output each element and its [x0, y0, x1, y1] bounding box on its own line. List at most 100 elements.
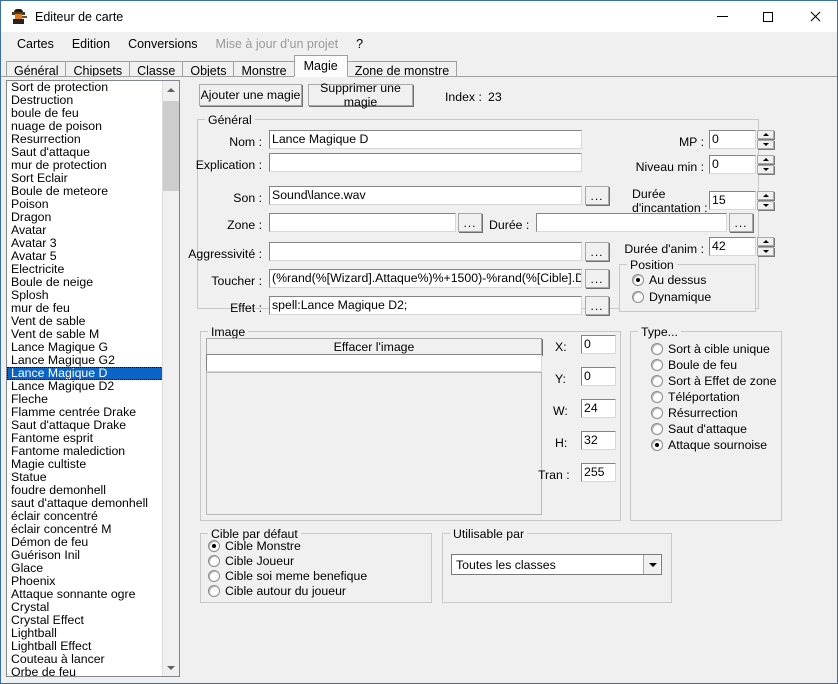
- duree-incantation-spinner[interactable]: [757, 191, 774, 210]
- duree-incantation-spin-up[interactable]: [757, 191, 774, 200]
- spell-list-item[interactable]: éclair concentré: [7, 510, 163, 523]
- image-y-input[interactable]: 0: [581, 367, 616, 386]
- toucher-browse-button[interactable]: ...: [585, 269, 609, 288]
- spell-list-item[interactable]: foudre demonhell: [7, 484, 163, 497]
- maximize-button[interactable]: [745, 1, 791, 32]
- default-target-radio-cible-joueur[interactable]: Cible Joueur: [208, 554, 294, 568]
- spell-list-item[interactable]: boule de feu: [7, 107, 163, 120]
- son-browse-button[interactable]: ...: [585, 186, 609, 205]
- spell-list-item[interactable]: Lance Magique G2: [7, 354, 163, 367]
- image-w-input[interactable]: 24: [581, 399, 616, 418]
- default-target-radio-cible-monstre[interactable]: Cible Monstre: [208, 539, 301, 553]
- duree-anim-spin-up[interactable]: [757, 237, 774, 246]
- spell-list-item[interactable]: Attaque sonnante ogre: [7, 588, 163, 601]
- spell-list-item[interactable]: Boule de neige: [7, 276, 163, 289]
- spell-list-item[interactable]: Electricite: [7, 263, 163, 276]
- image-path-input[interactable]: [206, 354, 542, 372]
- mp-spinner[interactable]: [757, 130, 774, 149]
- niveau-min-spinner[interactable]: [757, 155, 774, 174]
- spell-list-item[interactable]: Dragon: [7, 211, 163, 224]
- spell-list-item[interactable]: Lightball: [7, 627, 163, 640]
- niveau-min-spin-down[interactable]: [757, 165, 774, 174]
- effet-browse-button[interactable]: ...: [585, 296, 609, 315]
- spell-list-item[interactable]: Lance Magique G: [7, 341, 163, 354]
- spell-list-item[interactable]: Sort de protection: [7, 81, 163, 94]
- type-radio-boule-de-feu[interactable]: Boule de feu: [651, 358, 737, 372]
- type-radio-resurrection[interactable]: Résurrection: [651, 406, 738, 420]
- close-button[interactable]: [791, 1, 837, 32]
- spell-list-item[interactable]: Avatar 5: [7, 250, 163, 263]
- combo-arrow-button[interactable]: [643, 555, 661, 574]
- spell-list-item[interactable]: Fantome malediction: [7, 445, 163, 458]
- spell-list-item[interactable]: éclair concentré M: [7, 523, 163, 536]
- aggressivite-input[interactable]: [269, 242, 582, 261]
- position-radio-au-dessus[interactable]: Au dessus: [632, 273, 706, 287]
- menu-item-cartes[interactable]: Cartes: [8, 35, 63, 53]
- spell-list-item[interactable]: Phoenix: [7, 575, 163, 588]
- mp-spin-down[interactable]: [757, 140, 774, 149]
- image-h-input[interactable]: 32: [581, 431, 616, 450]
- spell-list-item[interactable]: Fantome esprit: [7, 432, 163, 445]
- type-radio-attaque-sournoise[interactable]: Attaque sournoise: [651, 438, 767, 452]
- scroll-down-button[interactable]: [163, 659, 179, 676]
- duree-anim-input[interactable]: 42: [709, 237, 756, 256]
- type-radio-saut-dattaque[interactable]: Saut d'attaque: [651, 422, 747, 436]
- duree-incantation-spin-down[interactable]: [757, 201, 774, 210]
- duree-input[interactable]: [536, 213, 727, 232]
- spell-list-item[interactable]: Boule de meteore: [7, 185, 163, 198]
- spell-list-scrollbar[interactable]: [162, 81, 179, 676]
- duree-anim-spin-down[interactable]: [757, 247, 774, 256]
- spell-list-item[interactable]: Fleche: [7, 393, 163, 406]
- toucher-input[interactable]: (%rand(%[Wizard].Attaque%)%+1500)-%rand(…: [269, 269, 582, 288]
- image-tran-input[interactable]: 255: [581, 463, 616, 482]
- spell-list-item[interactable]: Flamme centrée Drake: [7, 406, 163, 419]
- spell-list-item[interactable]: Glace: [7, 562, 163, 575]
- add-spell-button[interactable]: Ajouter une magie: [199, 84, 302, 106]
- spell-list-item[interactable]: Démon de feu: [7, 536, 163, 549]
- spell-list-item[interactable]: Vent de sable: [7, 315, 163, 328]
- spell-list-item[interactable]: nuage de poison: [7, 120, 163, 133]
- delete-spell-button[interactable]: Supprimer une magie: [308, 84, 413, 106]
- spell-list-item[interactable]: Couteau à lancer: [7, 653, 163, 666]
- image-x-input[interactable]: 0: [581, 335, 616, 354]
- duree-anim-spinner[interactable]: [757, 237, 774, 256]
- spell-list-item[interactable]: Destruction: [7, 94, 163, 107]
- mp-input[interactable]: 0: [709, 130, 756, 149]
- spell-list-item[interactable]: Splosh: [7, 289, 163, 302]
- menu-item-conversions[interactable]: Conversions: [119, 35, 206, 53]
- scroll-up-button[interactable]: [163, 81, 179, 98]
- spell-list-item[interactable]: Avatar 3: [7, 237, 163, 250]
- tab-magie[interactable]: Magie: [294, 55, 348, 77]
- spell-list-item-selected[interactable]: Lance Magique D: [7, 367, 163, 380]
- spell-list-item[interactable]: Avatar: [7, 224, 163, 237]
- duree-incantation-input[interactable]: 15: [709, 191, 756, 210]
- spell-list-item[interactable]: Resurrection: [7, 133, 163, 146]
- spell-list-item[interactable]: Magie cultiste: [7, 458, 163, 471]
- minimize-button[interactable]: [699, 1, 745, 32]
- zone-input[interactable]: [269, 213, 456, 232]
- image-preview[interactable]: [206, 372, 542, 515]
- explication-input[interactable]: [269, 153, 582, 172]
- spell-list-item[interactable]: Lance Magique D2: [7, 380, 163, 393]
- position-radio-dynamique[interactable]: Dynamique: [632, 290, 711, 304]
- spell-list-item[interactable]: Saut d'attaque: [7, 146, 163, 159]
- spell-list-item[interactable]: Saut d'attaque Drake: [7, 419, 163, 432]
- spell-list-item[interactable]: mur de feu: [7, 302, 163, 315]
- zone-browse-button[interactable]: ...: [458, 213, 482, 232]
- spell-list-item[interactable]: Guérison Inil: [7, 549, 163, 562]
- spell-list-item[interactable]: saut d'attaque demonhell: [7, 497, 163, 510]
- duree-browse-button[interactable]: ...: [729, 213, 753, 232]
- nom-input[interactable]: Lance Magique D: [269, 130, 582, 149]
- effet-input[interactable]: spell:Lance Magique D2;: [269, 296, 582, 315]
- scrollbar-thumb[interactable]: [163, 101, 179, 191]
- type-radio-sort-effet-de-zone[interactable]: Sort à Effet de zone: [651, 374, 776, 388]
- menu-item-help[interactable]: ?: [347, 35, 372, 53]
- spell-list-item[interactable]: Vent de sable M: [7, 328, 163, 341]
- spell-list-item[interactable]: Statue: [7, 471, 163, 484]
- spell-list[interactable]: Sort de protectionDestructionboule de fe…: [6, 80, 180, 677]
- type-radio-sort-cible-unique[interactable]: Sort à cible unique: [651, 342, 770, 356]
- son-input[interactable]: Sound\lance.wav: [269, 186, 582, 205]
- niveau-min-spin-up[interactable]: [757, 155, 774, 164]
- niveau-min-input[interactable]: 0: [709, 155, 756, 174]
- spell-list-item[interactable]: Poison: [7, 198, 163, 211]
